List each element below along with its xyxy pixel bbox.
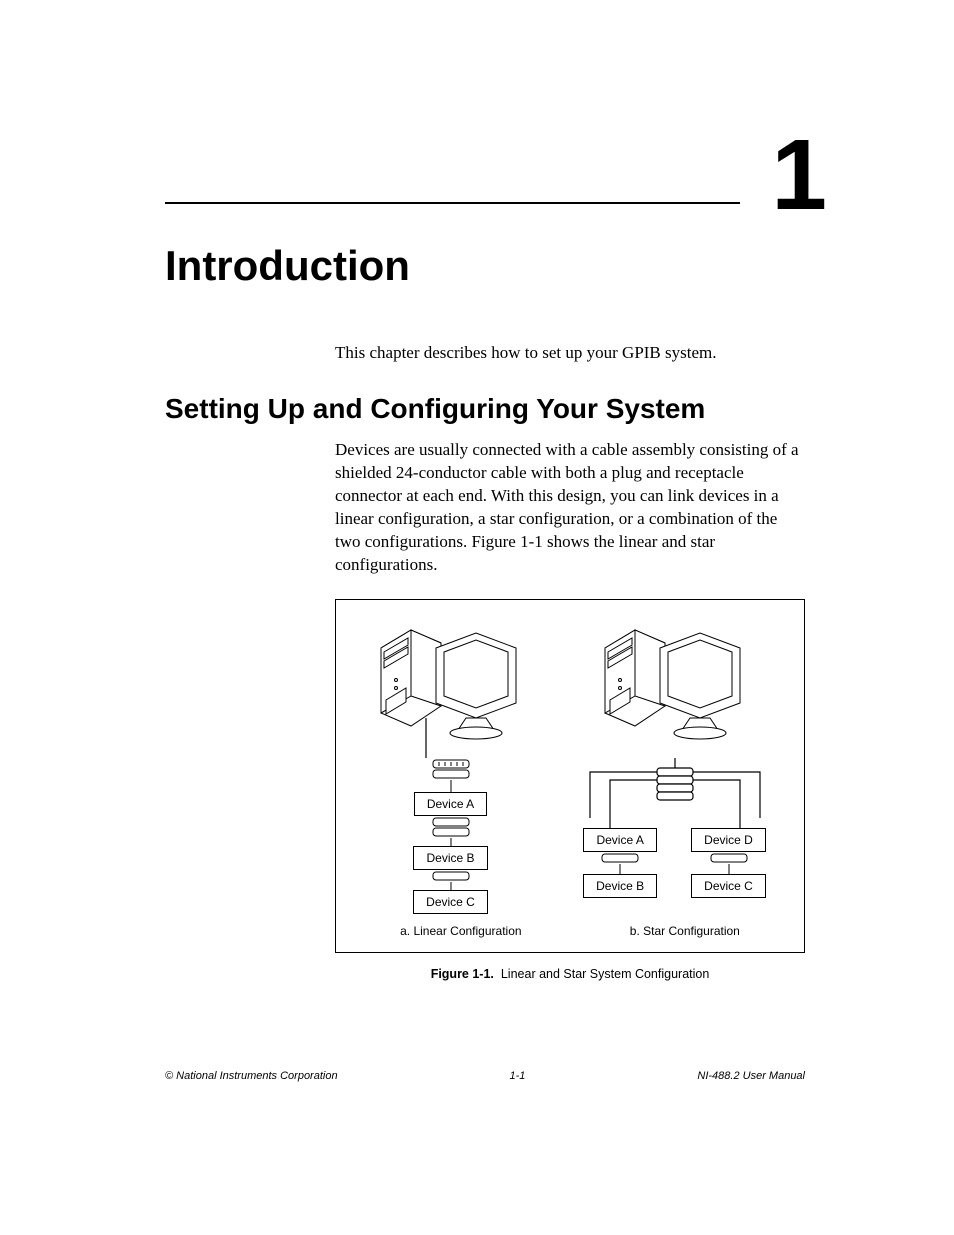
chapter-number: 1 [771, 135, 825, 215]
intro-paragraph: This chapter describes how to set up you… [335, 342, 805, 365]
device-box: Device A [583, 828, 656, 852]
figure-star: Device A Device B Device D Device C [560, 618, 790, 914]
device-box: Device C [413, 890, 488, 914]
star-wiring [560, 758, 790, 828]
device-box: Device A [414, 792, 487, 816]
figure-linear: Device A Device B Device C [351, 618, 551, 914]
computer-icon [590, 618, 760, 758]
connector-icon [431, 816, 471, 838]
chapter-rule [165, 202, 740, 204]
device-box: Device B [583, 874, 657, 898]
footer-left: © National Instruments Corporation [165, 1070, 338, 1082]
connector-icon [431, 758, 471, 780]
device-box: Device D [691, 828, 766, 852]
figure-caption-label: Figure 1-1. [431, 967, 494, 981]
footer-page-number: 1-1 [510, 1070, 526, 1082]
connector-icon [600, 852, 640, 864]
device-box: Device C [691, 874, 766, 898]
figure-caption-text: Linear and Star System Configuration [501, 967, 709, 981]
footer-right: NI-488.2 User Manual [697, 1070, 805, 1082]
computer-icon [366, 618, 536, 758]
connector-icon [431, 870, 471, 882]
device-box: Device B [413, 846, 487, 870]
page-footer: © National Instruments Corporation 1-1 N… [165, 1070, 805, 1082]
figure-box: Device A Device B Device C [335, 599, 805, 953]
body-paragraph: Devices are usually connected with a cab… [335, 439, 805, 577]
chapter-title: Introduction [165, 242, 805, 290]
section-title: Setting Up and Configuring Your System [165, 393, 805, 425]
figure-subcaption-star: b. Star Configuration [630, 924, 740, 938]
figure-subcaption-linear: a. Linear Configuration [400, 924, 521, 938]
figure-caption: Figure 1-1. Linear and Star System Confi… [335, 967, 805, 981]
connector-icon [709, 852, 749, 864]
